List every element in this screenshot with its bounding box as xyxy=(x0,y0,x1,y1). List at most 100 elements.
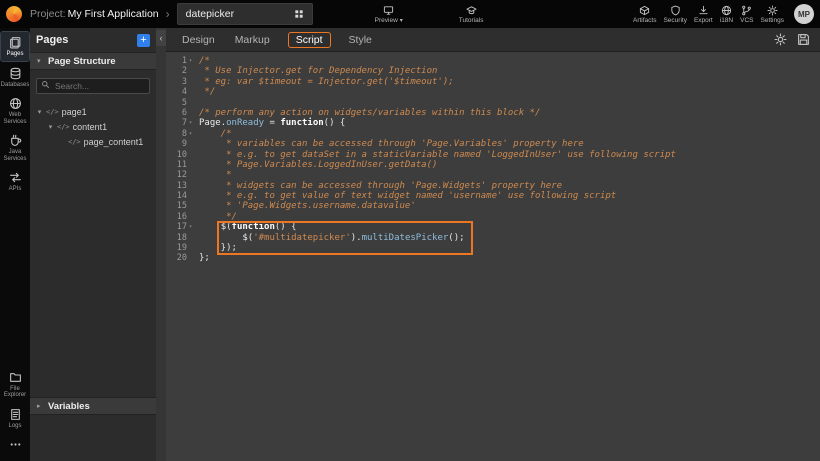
code-line-6[interactable]: /* perform any action on widgets/variabl… xyxy=(199,108,820,118)
vcs-button-label: VCS xyxy=(740,17,753,24)
rail-bottom-group: File ExplorerLogs xyxy=(0,366,30,458)
code-line-3[interactable]: * eg: var $timeout = Injector.get('$time… xyxy=(199,77,820,87)
rail-item-file-explorer[interactable]: File Explorer xyxy=(1,367,29,402)
search-input[interactable] xyxy=(36,78,150,94)
rail-item-java-services-label: Java Services xyxy=(1,149,29,162)
code-line-15[interactable]: * 'Page.Widgets.username.datavalue' xyxy=(199,201,820,211)
code-line-9[interactable]: * variables can be accessed through 'Pag… xyxy=(199,139,820,149)
fold-marker-icon[interactable]: ▾ xyxy=(187,118,194,128)
line-number-6: 6 xyxy=(166,108,194,118)
tree-node-page1[interactable]: ▾</>page1 xyxy=(30,104,156,119)
pages-panel-title: Pages xyxy=(36,34,68,46)
code-line-17[interactable]: $(function() { xyxy=(199,222,820,232)
code-line-8[interactable]: /* xyxy=(199,129,820,139)
code-line-10[interactable]: * e.g. to get dataSet in a staticVariabl… xyxy=(199,150,820,160)
line-number-text: 6 xyxy=(182,108,187,118)
tutorials-button[interactable]: Tutorials xyxy=(459,5,484,24)
fold-marker-icon[interactable]: ▾ xyxy=(187,129,194,139)
code-line-5[interactable] xyxy=(199,98,820,108)
settings-gear-icon[interactable] xyxy=(774,33,787,46)
rail-item-apis-label: APIs xyxy=(9,186,22,193)
wavemaker-logo[interactable] xyxy=(6,6,22,22)
rail-item-pages[interactable]: Pages xyxy=(1,32,29,61)
line-number-5: 5 xyxy=(166,98,194,108)
tab-script[interactable]: Script xyxy=(288,32,331,48)
fold-marker-icon[interactable]: ▾ xyxy=(187,222,194,232)
rail-item-web-services[interactable]: Web Services xyxy=(1,93,29,128)
code-line-4[interactable]: */ xyxy=(199,87,820,97)
code-line-13[interactable]: * widgets can be accessed through 'Page.… xyxy=(199,181,820,191)
rail-item-more[interactable] xyxy=(1,434,29,456)
code-line-11[interactable]: * Page.Variables.LoggedInUser.getData() xyxy=(199,160,820,170)
code-line-12[interactable]: * xyxy=(199,170,820,180)
export-button[interactable]: Export xyxy=(694,5,713,24)
security-button-label: Security xyxy=(663,17,686,24)
project-name: My First Application xyxy=(68,8,159,20)
line-number-14: 14 xyxy=(166,191,194,201)
code-line-14[interactable]: * e.g. to get value of text widget named… xyxy=(199,191,820,201)
tree-node-content1[interactable]: ▾</>content1 xyxy=(30,119,156,134)
rail-item-logs[interactable]: Logs xyxy=(1,404,29,433)
code-line-18[interactable]: $('#multidatepicker').multiDatesPicker()… xyxy=(199,233,820,243)
code-line-19[interactable]: }); xyxy=(199,243,820,253)
page-structure-header[interactable]: ▾ Page Structure xyxy=(30,52,156,70)
rail-item-pages-label: Pages xyxy=(6,51,23,58)
preview-monitor-icon xyxy=(383,5,394,16)
code-line-2[interactable]: * Use Injector.get for Dependency Inject… xyxy=(199,66,820,76)
settings-button[interactable]: Settings xyxy=(761,5,785,24)
preview-button[interactable]: Preview ▾ xyxy=(375,5,403,24)
line-number-4: 4 xyxy=(166,87,194,97)
tree-caret-icon[interactable]: ▾ xyxy=(36,108,43,116)
tab-markup[interactable]: Markup xyxy=(233,32,272,48)
line-number-3: 3 xyxy=(166,77,194,87)
variables-header[interactable]: ▸ Variables xyxy=(30,397,156,415)
topbar: Project:My First Application › datepicke… xyxy=(0,0,820,28)
artifacts-icon xyxy=(639,5,650,16)
page-code-icon: </> xyxy=(46,108,59,116)
i18n-button[interactable]: i18N xyxy=(720,5,733,24)
code-line-20[interactable]: }; xyxy=(199,253,820,263)
line-number-20: 20 xyxy=(166,253,194,263)
variables-caret-icon: ▸ xyxy=(37,402,44,410)
editor-area: DesignMarkupScriptStyle 1▾234567▾8▾91011… xyxy=(166,28,820,461)
rail-item-databases-label: Databases xyxy=(1,82,30,89)
code-lines: /* * Use Injector.get for Dependency Inj… xyxy=(194,56,820,461)
page-tab-datepicker[interactable]: datepicker xyxy=(177,3,313,25)
collapse-chevron-icon[interactable]: ‹ xyxy=(156,30,166,46)
topbar-actions: Artifacts Security Export i18N VCS Settings xyxy=(633,5,784,24)
page-code-icon: </> xyxy=(57,123,70,131)
line-number-text: 15 xyxy=(177,201,187,211)
rail-item-databases[interactable]: Databases xyxy=(1,63,29,92)
rail-item-java-services[interactable]: Java Services xyxy=(1,130,29,165)
tab-design[interactable]: Design xyxy=(180,32,217,48)
line-number-13: 13 xyxy=(166,181,194,191)
page-tab-label: datepicker xyxy=(186,8,234,20)
rail-item-apis[interactable]: APIs xyxy=(1,167,29,196)
code-line-1[interactable]: /* xyxy=(199,56,820,66)
line-number-18: 18 xyxy=(166,233,194,243)
code-editor[interactable]: 1▾234567▾8▾91011121314151617▾181920 /* *… xyxy=(166,52,820,461)
line-number-text: 17 xyxy=(177,222,187,232)
panel-collapse-strip[interactable]: ‹ xyxy=(156,28,166,461)
java-services-icon xyxy=(9,134,22,147)
artifacts-button[interactable]: Artifacts xyxy=(633,5,656,24)
tree-node-page_content1[interactable]: </>page_content1 xyxy=(30,134,156,149)
pages-panel-header: Pages + xyxy=(30,28,156,52)
code-line-7[interactable]: Page.onReady = function() { xyxy=(199,118,820,128)
line-number-text: 12 xyxy=(177,170,187,180)
grid-icon xyxy=(294,9,304,19)
fold-marker-icon[interactable]: ▾ xyxy=(187,56,194,66)
vcs-button[interactable]: VCS xyxy=(740,5,753,24)
security-button[interactable]: Security xyxy=(663,5,686,24)
tab-style[interactable]: Style xyxy=(347,32,374,48)
tree-node-label: page_content1 xyxy=(84,137,144,147)
web-services-icon xyxy=(9,97,22,110)
add-page-button[interactable]: + xyxy=(137,34,150,47)
breadcrumb-chevron-icon: › xyxy=(166,7,170,21)
avatar[interactable]: MP xyxy=(794,4,814,24)
tree-caret-icon[interactable]: ▾ xyxy=(47,123,54,131)
save-icon[interactable] xyxy=(797,33,810,46)
code-line-16[interactable]: */ xyxy=(199,212,820,222)
tutorials-label: Tutorials xyxy=(459,17,484,24)
editor-actions xyxy=(774,33,810,46)
